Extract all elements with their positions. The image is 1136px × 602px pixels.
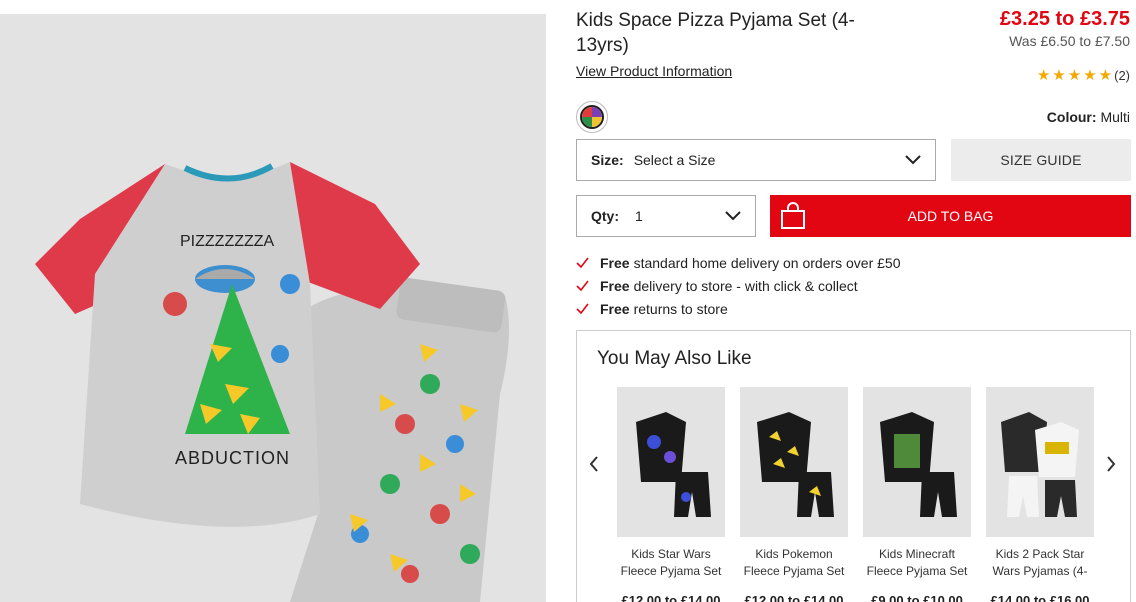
chevron-down-icon	[905, 152, 921, 168]
you-may-also-like-panel: You May Also Like Kids Star Wars Fleece …	[576, 330, 1131, 602]
benefit-text: returns to store	[633, 300, 728, 317]
checkmark-icon	[576, 278, 600, 294]
add-to-bag-button[interactable]: ADD TO BAG	[770, 195, 1131, 237]
star-icon: ★	[1067, 67, 1082, 84]
product-image[interactable]: PIZZZZZZZA ABDUCTION	[0, 14, 546, 602]
size-value: Select a Size	[633, 152, 716, 168]
you-may-also-like-heading: You May Also Like	[597, 348, 752, 369]
recommendation-card[interactable]: Kids 2 Pack Star Wars Pyjamas (4- £14.00…	[986, 387, 1094, 602]
colour-value: Multi	[1100, 109, 1130, 125]
star-icon: ★	[1098, 67, 1113, 84]
star-icon: ★	[1036, 67, 1051, 84]
colour-swatch-multi[interactable]	[576, 101, 608, 133]
recommendation-card[interactable]: Kids Pokemon Fleece Pyjama Set £12.00 to…	[740, 387, 848, 602]
recommendation-price: £12.00 to £14.00	[621, 593, 721, 602]
shopping-bag-icon	[778, 201, 808, 234]
review-count: (2)	[1114, 67, 1130, 83]
colour-label: Colour:	[1046, 109, 1097, 125]
benefit-bold: Free	[600, 277, 630, 294]
recommendation-image[interactable]	[863, 387, 971, 537]
colour-info: Colour: Multi	[1047, 109, 1130, 125]
add-to-bag-label: ADD TO BAG	[907, 208, 994, 224]
price-was: Was £6.50 to £7.50	[1009, 33, 1130, 49]
price-now: £3.25 to £3.75	[999, 8, 1130, 30]
rating[interactable]: ★ ★ ★ ★ ★ (2)	[1037, 66, 1130, 84]
recommendation-price: £12.00 to £14.00	[744, 593, 844, 602]
star-icon: ★	[1083, 67, 1097, 84]
recommendation-image[interactable]	[986, 387, 1094, 537]
recommendation-card[interactable]: Kids Star Wars Fleece Pyjama Set £12.00 …	[617, 387, 725, 602]
size-guide-button[interactable]: SIZE GUIDE	[951, 139, 1131, 181]
chevron-left-icon[interactable]	[589, 456, 599, 477]
view-product-information-link[interactable]: View Product Information	[576, 63, 732, 79]
recommendation-name[interactable]: Kids Minecraft Fleece Pyjama Set	[863, 546, 971, 580]
recommendation-image[interactable]	[617, 387, 725, 537]
recommendation-card[interactable]: Kids Minecraft Fleece Pyjama Set £9.00 t…	[863, 387, 971, 602]
artwork-top-text: PIZZZZZZZA	[180, 233, 275, 250]
benefit-text: standard home delivery on orders over £5…	[633, 254, 901, 271]
recommendation-price: £9.00 to £10.00	[871, 593, 963, 602]
recommendation-image[interactable]	[740, 387, 848, 537]
benefit-text: delivery to store - with click & collect	[633, 277, 858, 294]
qty-label: Qty:	[591, 208, 619, 224]
recommendation-name[interactable]: Kids Star Wars Fleece Pyjama Set	[617, 546, 725, 580]
quantity-select[interactable]: Qty: 1	[576, 195, 756, 237]
chevron-down-icon	[725, 208, 741, 224]
benefit-bold: Free	[600, 254, 630, 271]
recommendation-price: £14.00 to £16.00	[990, 593, 1090, 602]
checkmark-icon	[576, 301, 600, 317]
benefit-item: Free returns to store	[576, 297, 901, 320]
size-select[interactable]: Size: Select a Size	[576, 139, 936, 181]
checkmark-icon	[576, 255, 600, 271]
product-title: Kids Space Pizza Pyjama Set (4-13yrs)	[576, 10, 855, 56]
qty-value: 1	[635, 208, 643, 224]
benefit-item: Free delivery to store - with click & co…	[576, 274, 901, 297]
recommendation-name[interactable]: Kids Pokemon Fleece Pyjama Set	[740, 546, 848, 580]
benefit-bold: Free	[600, 300, 630, 317]
benefit-item: Free standard home delivery on orders ov…	[576, 251, 901, 274]
benefits-list: Free standard home delivery on orders ov…	[576, 251, 901, 320]
multicolour-swatch-icon	[580, 105, 604, 129]
star-icon: ★	[1052, 67, 1066, 84]
recommendation-name[interactable]: Kids 2 Pack Star Wars Pyjamas (4-	[986, 546, 1094, 580]
size-label: Size:	[591, 152, 624, 168]
artwork-bottom-text: ABDUCTION	[175, 448, 290, 468]
chevron-right-icon[interactable]	[1106, 456, 1116, 477]
